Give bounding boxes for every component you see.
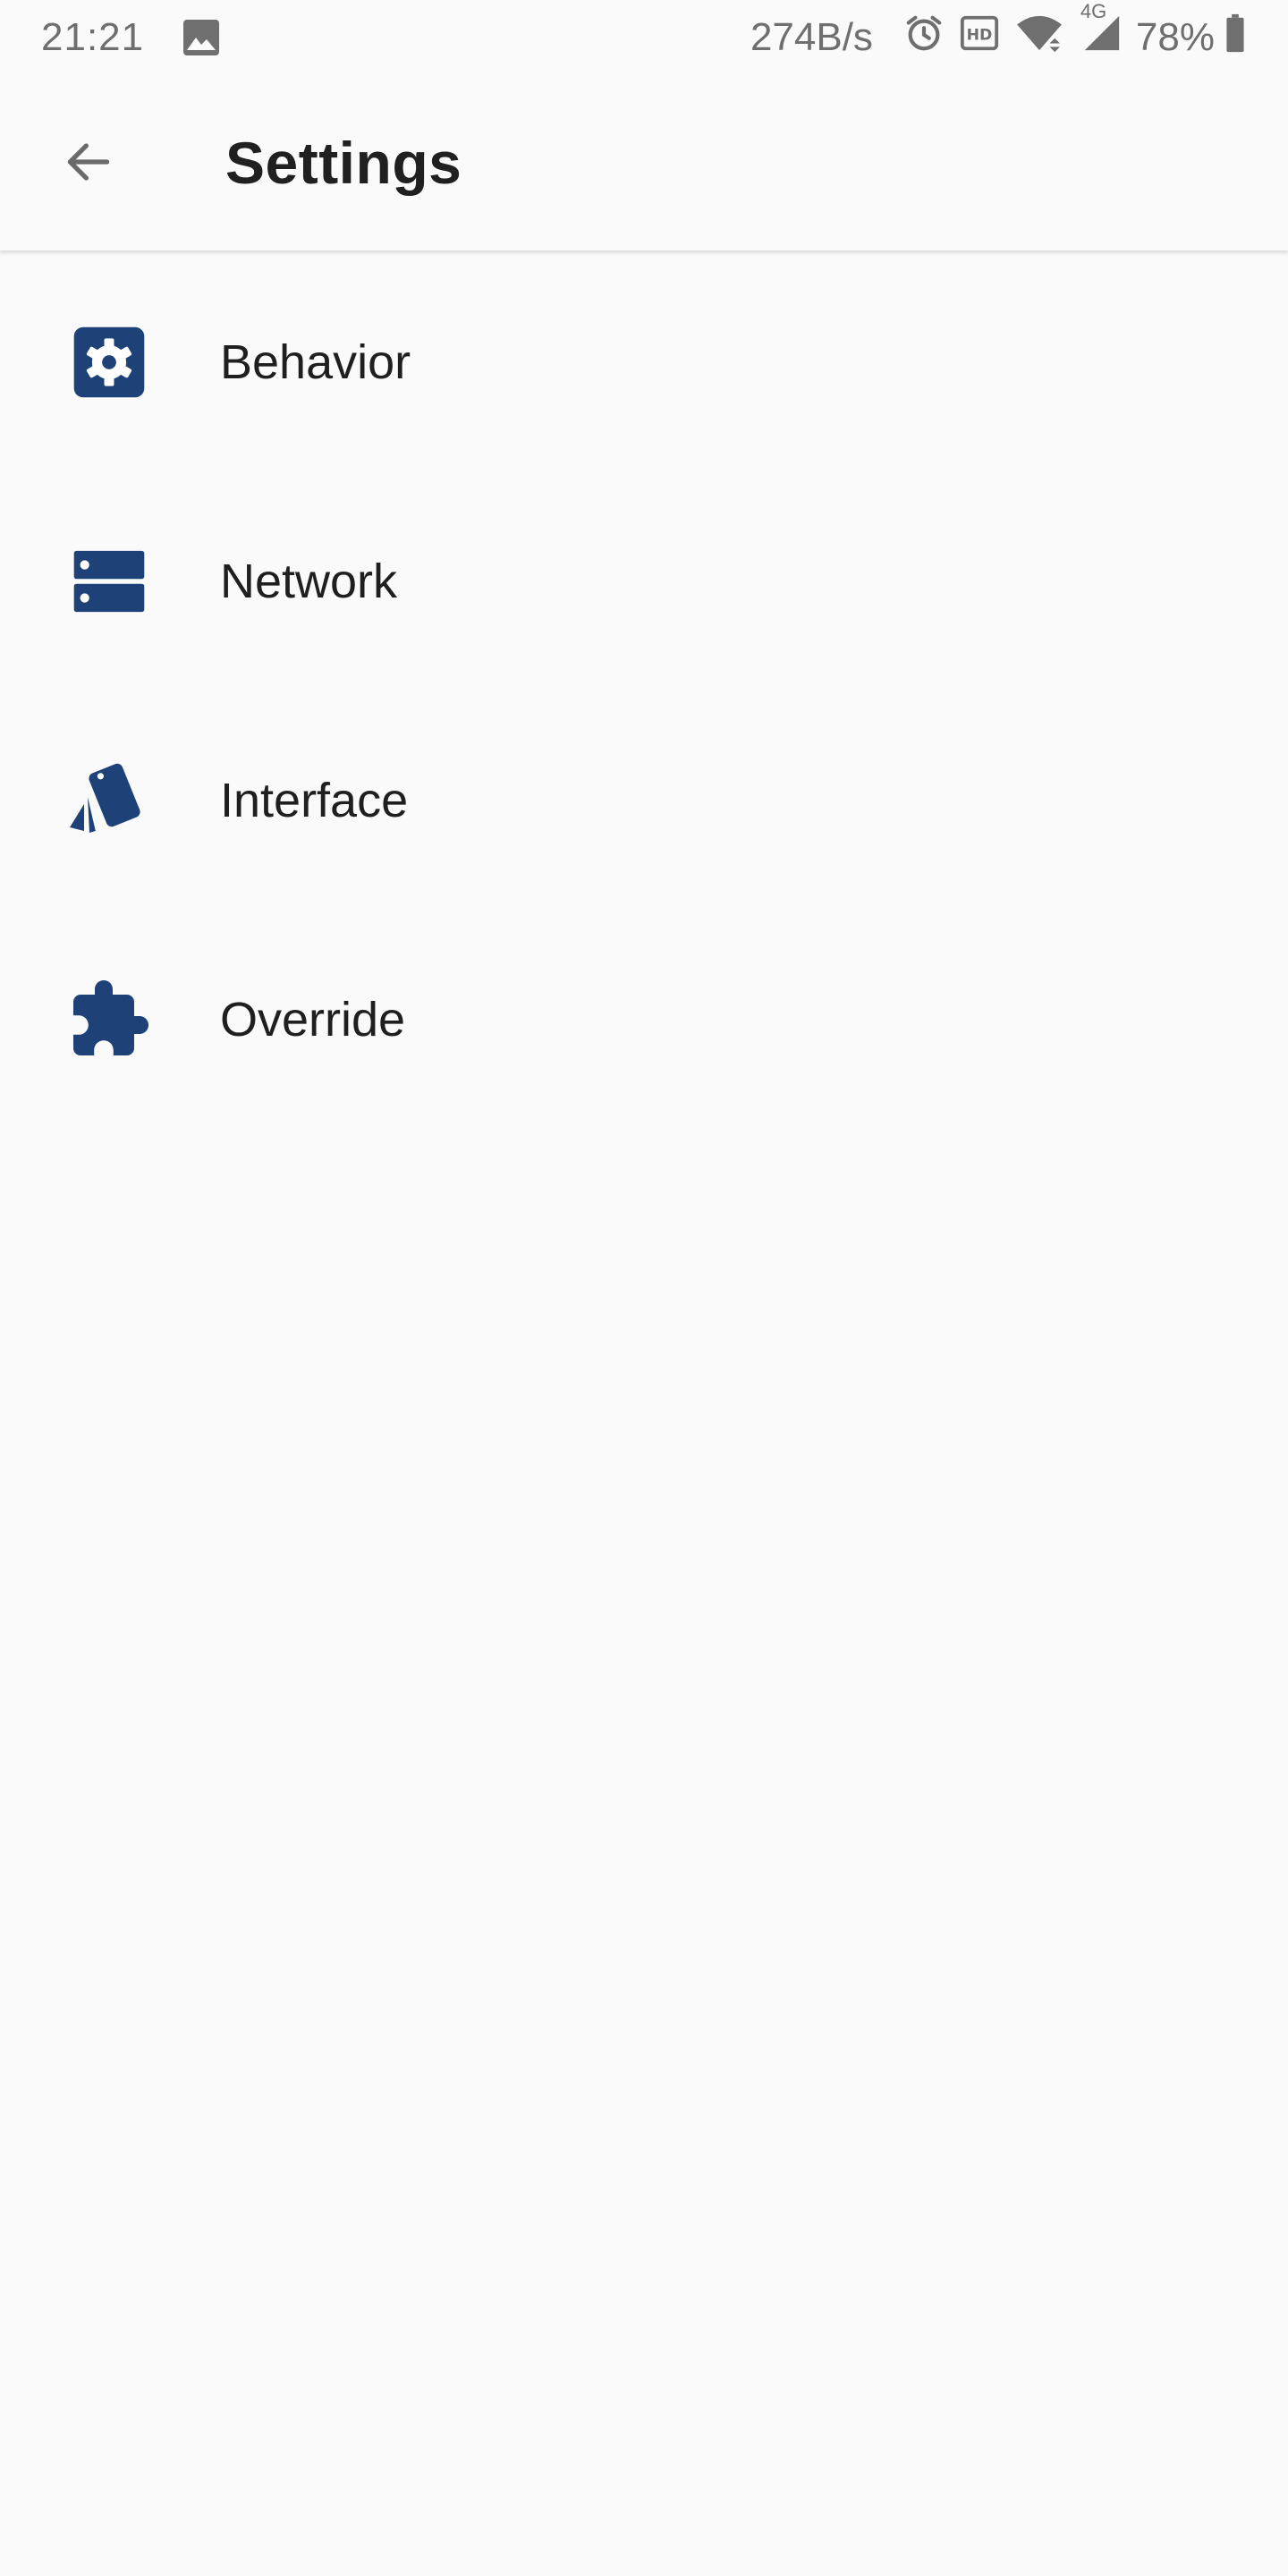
image-icon (180, 16, 223, 59)
network-speed: 274B/s (750, 15, 873, 59)
alarm-icon (903, 13, 945, 64)
settings-item-interface[interactable]: Interface (0, 691, 1288, 910)
server-icon (59, 531, 159, 631)
wifi-icon (1014, 13, 1064, 64)
settings-list: Behavior Network Interface Override (0, 252, 1288, 1129)
settings-item-override[interactable]: Override (0, 910, 1288, 1129)
status-left: 21:21 (41, 0, 223, 75)
app-bar: Settings (0, 75, 1288, 250)
puzzle-icon (59, 970, 159, 1070)
arrow-back-icon (61, 134, 116, 194)
status-time: 21:21 (41, 15, 145, 59)
cards-icon (59, 750, 159, 851)
back-button[interactable] (52, 127, 125, 200)
page-title: Settings (225, 130, 462, 196)
settings-item-label: Network (220, 554, 398, 608)
status-right: 274B/s HD 4G 78% (750, 0, 1247, 75)
status-bar: 21:21 274B/s HD 4G 78% (0, 0, 1288, 75)
settings-item-behavior[interactable]: Behavior (0, 252, 1288, 471)
signal-icon: 4G (1079, 0, 1125, 64)
settings-item-network[interactable]: Network (0, 471, 1288, 691)
battery-percentage: 78% (1135, 15, 1215, 59)
svg-text:HD: HD (967, 26, 993, 44)
settings-item-label: Behavior (220, 335, 411, 389)
hd-icon: HD (959, 13, 1000, 64)
settings-item-label: Interface (220, 773, 409, 827)
battery-icon (1224, 13, 1247, 64)
network-type-label: 4G (1080, 0, 1107, 22)
settings-item-label: Override (220, 992, 406, 1046)
gear-square-icon (59, 312, 159, 412)
